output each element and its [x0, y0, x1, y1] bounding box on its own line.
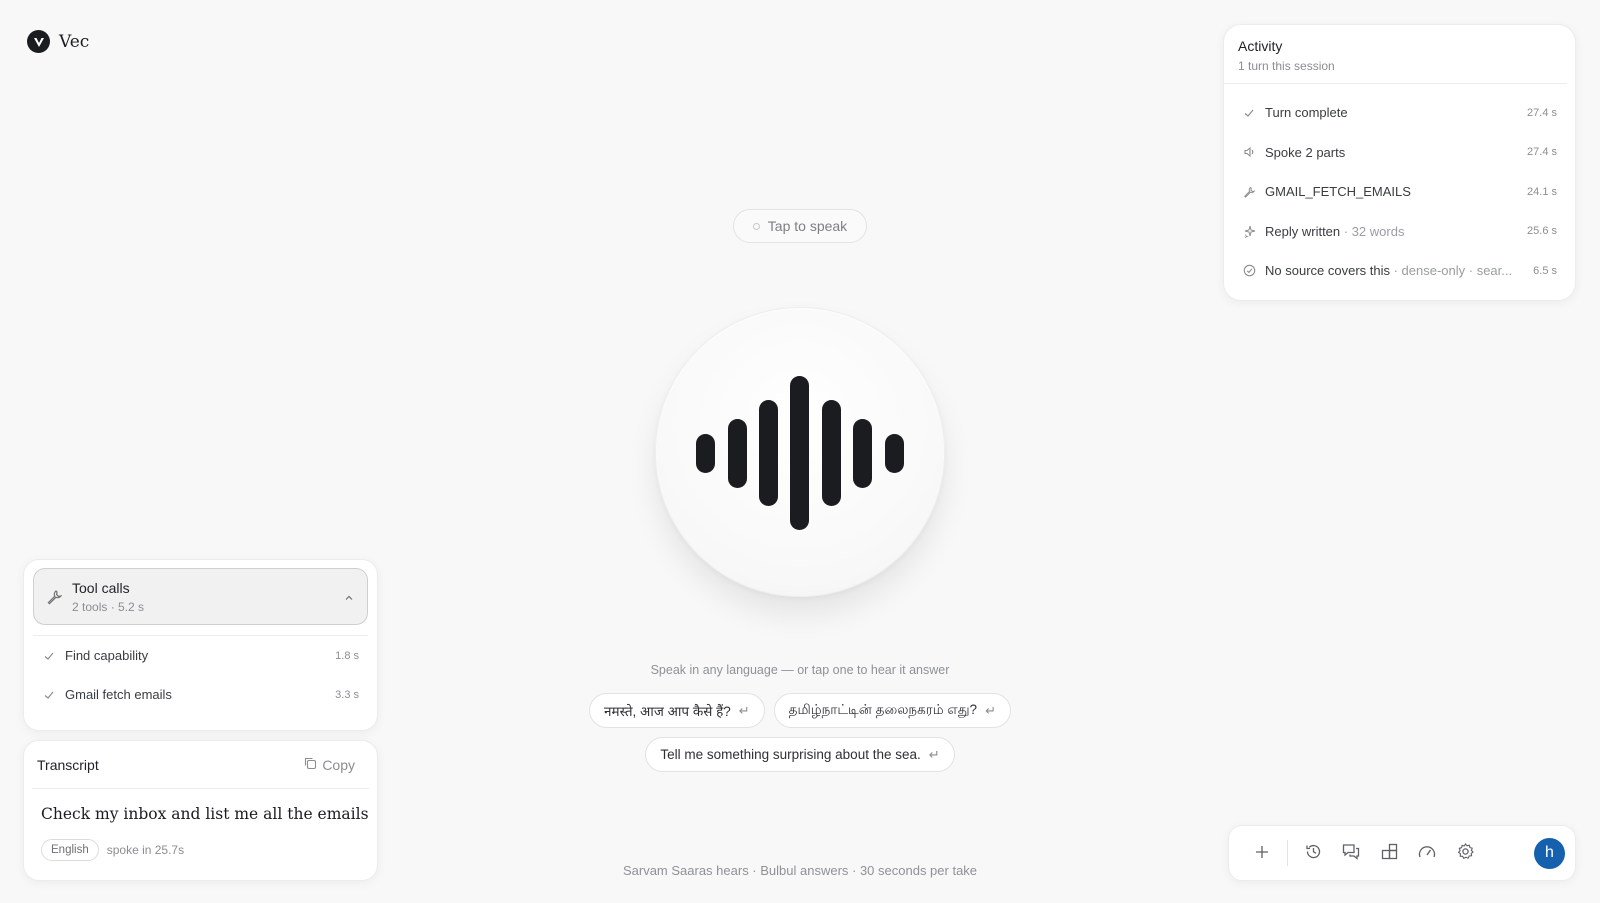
tool-calls-title: Tool calls — [72, 579, 130, 596]
waveform-icon — [696, 376, 904, 530]
sparkle-icon — [1242, 224, 1256, 238]
copy-icon — [303, 756, 317, 773]
history-button[interactable] — [1294, 834, 1332, 872]
tool-call-label: Find capability — [65, 648, 149, 663]
transcript-header: Transcript Copy — [32, 741, 369, 789]
tap-to-speak-label: Tap to speak — [767, 218, 848, 234]
brand[interactable]: Vec — [27, 30, 89, 53]
return-icon: ↵ — [985, 702, 996, 718]
speaker-icon — [1242, 145, 1256, 159]
activity-header: Activity 1 turn this session — [1224, 25, 1567, 84]
activity-item-time: 27.4 s — [1527, 106, 1557, 119]
settings-button[interactable] — [1446, 834, 1484, 872]
language-badge: English — [41, 839, 99, 861]
activity-item-time: 25.6 s — [1527, 225, 1557, 238]
suggestion-chip[interactable]: தமிழ்நாட்டின் தலைநகரம் எது? ↵ — [773, 693, 1011, 728]
apps-icon — [1380, 842, 1399, 864]
chat-icon — [1341, 842, 1361, 864]
tool-calls-panel: Tool calls 2 tools · 5.2 s Find capabili… — [23, 559, 378, 731]
tool-call-time: 3.3 s — [335, 688, 359, 701]
gauge-icon — [1417, 843, 1437, 864]
activity-item[interactable]: Reply written · 32 words 25.6 s — [1224, 212, 1575, 252]
suggestion-chip[interactable]: नमस्ते, आज आप कैसे हैं? ↵ — [589, 693, 765, 728]
activity-item-time: 27.4 s — [1527, 146, 1557, 159]
language-hint: Speak in any language — or tap one to he… — [650, 663, 950, 677]
toolbar-divider — [1287, 840, 1288, 866]
suggestion-chip[interactable]: Tell me something surprising about the s… — [645, 737, 955, 772]
check-icon — [43, 650, 55, 662]
no-source-icon — [1242, 264, 1256, 278]
activity-item-label: Turn complete — [1265, 105, 1348, 121]
wrench-icon — [46, 589, 63, 605]
vec-logo-icon — [27, 30, 50, 53]
transcript-panel: Transcript Copy Check my inbox and list … — [23, 740, 378, 881]
tap-to-speak-button[interactable]: Tap to speak — [733, 209, 867, 243]
history-icon — [1304, 842, 1323, 864]
activity-item-label: GMAIL_FETCH_EMAILS — [1265, 184, 1411, 200]
copy-label: Copy — [322, 756, 355, 773]
activity-item[interactable]: Turn complete 27.4 s — [1224, 93, 1575, 133]
tool-call-label: Gmail fetch emails — [65, 687, 172, 702]
copy-button[interactable]: Copy — [303, 756, 355, 773]
spoke-duration: spoke in 25.7s — [106, 843, 185, 857]
activity-item-label: No source covers this · dense-only · sea… — [1265, 263, 1513, 279]
conversations-button[interactable] — [1332, 834, 1370, 872]
activity-panel: Activity 1 turn this session Turn comple… — [1223, 24, 1576, 301]
tool-call-item[interactable]: Gmail fetch emails 3.3 s — [24, 675, 377, 714]
return-icon: ↵ — [738, 702, 750, 718]
check-icon — [1242, 106, 1256, 120]
footer-note: Sarvam Saaras hears · Bulbul answers · 3… — [622, 863, 978, 878]
tool-call-item[interactable]: Find capability 1.8 s — [24, 636, 377, 675]
activity-item[interactable]: GMAIL_FETCH_EMAILS 24.1 s — [1224, 172, 1575, 212]
activity-item-label: Spoke 2 parts — [1265, 144, 1346, 160]
check-icon — [43, 689, 55, 701]
status-dot-icon — [752, 222, 760, 230]
user-avatar[interactable]: h — [1534, 837, 1565, 869]
activity-title: Activity — [1238, 38, 1283, 54]
new-session-button[interactable] — [1243, 834, 1281, 872]
wrench-icon — [1242, 185, 1256, 199]
tool-call-time: 1.8 s — [335, 649, 359, 662]
transcript-title: Transcript — [37, 756, 99, 773]
chevron-up-icon — [343, 591, 355, 603]
performance-button[interactable] — [1408, 834, 1446, 872]
gear-icon — [1456, 842, 1475, 864]
suggestion-label: தமிழ்நாட்டின் தலைநகரம் எது? — [788, 701, 978, 717]
suggestion-chips: नमस्ते, आज आप कैसे हैं? ↵ தமிழ்நாட்டின் … — [580, 693, 1020, 772]
activity-item-time: 6.5 s — [1533, 264, 1557, 277]
plus-icon — [1253, 843, 1271, 864]
brand-name: Vec — [59, 31, 90, 52]
activity-item-label: Reply written · 32 words — [1265, 223, 1405, 239]
activity-item-time: 24.1 s — [1527, 185, 1557, 198]
tool-calls-toggle[interactable]: Tool calls 2 tools · 5.2 s — [33, 568, 368, 625]
return-icon: ↵ — [928, 746, 940, 762]
transcript-text: Check my inbox and list me all the email… — [41, 805, 369, 823]
tool-calls-subtitle: 2 tools · 5.2 s — [72, 599, 145, 614]
activity-item[interactable]: Spoke 2 parts 27.4 s — [1224, 133, 1575, 173]
activity-list: Turn complete 27.4 s Spoke 2 parts 27.4 … — [1224, 84, 1575, 291]
apps-button[interactable] — [1370, 834, 1408, 872]
suggestion-label: नमस्ते, आज आप कैसे हैं? — [604, 703, 731, 719]
activity-subtitle: 1 turn this session — [1238, 59, 1335, 73]
transcript-meta: English spoke in 25.7s — [24, 823, 377, 861]
mic-orb-button[interactable] — [655, 307, 945, 597]
suggestion-label: Tell me something surprising about the s… — [660, 747, 921, 762]
activity-item[interactable]: No source covers this · dense-only · sea… — [1224, 251, 1575, 291]
bottom-toolbar: h — [1228, 825, 1576, 881]
